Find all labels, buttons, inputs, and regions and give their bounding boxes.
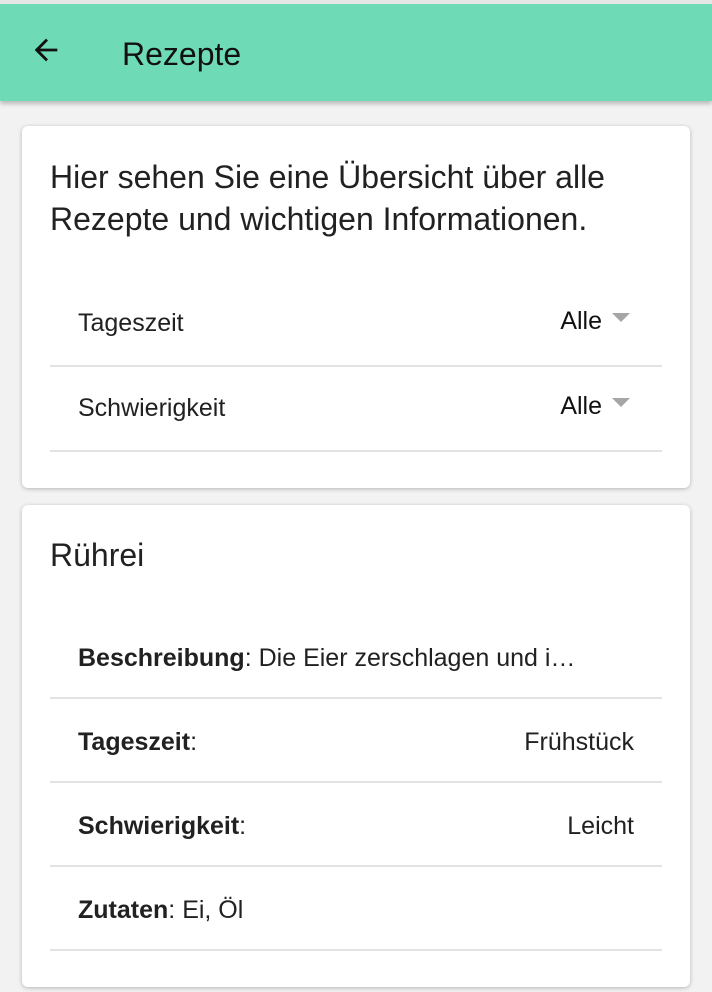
dropdown-arrow-icon (612, 397, 630, 407)
tageszeit-select[interactable]: Alle (560, 305, 630, 337)
recipe-zutaten: Zutaten: Ei, Öl (78, 895, 638, 925)
tageszeit-label: Tageszeit (78, 728, 191, 756)
schwierigkeit-key: Schwierigkeit: (78, 811, 246, 841)
app-bar: Rezepte (0, 4, 712, 101)
filter-label-tageszeit: Tageszeit (78, 309, 184, 337)
tageszeit-value: Frühstück (524, 728, 634, 756)
recipe-description: Beschreibung: Die Eier zerschlagen und i… (78, 643, 638, 673)
dropdown-arrow-icon (612, 312, 630, 322)
tageszeit-separator: : (190, 728, 198, 756)
tageszeit-key: Tageszeit: (78, 727, 197, 757)
schwierigkeit-separator: : (239, 812, 247, 840)
intro-text: Hier sehen Sie eine Übersicht über alle … (50, 159, 605, 237)
filter-card: Hier sehen Sie eine Übersicht über alle … (22, 126, 690, 488)
arrow-left-icon (29, 33, 63, 72)
recipe-schwierigkeit-row: Schwierigkeit: Leicht (50, 783, 662, 867)
zutaten-separator: : (168, 896, 176, 924)
schwierigkeit-label: Schwierigkeit (78, 812, 240, 840)
description-separator: : (244, 644, 252, 672)
filter-row-schwierigkeit: Schwierigkeit Alle (50, 366, 662, 452)
zutaten-value: Ei, Öl (182, 896, 244, 924)
recipe-card[interactable]: Rührei Beschreibung: Die Eier zerschlage… (22, 505, 690, 987)
zutaten-label: Zutaten (78, 896, 169, 924)
schwierigkeit-select-value: Alle (560, 392, 602, 420)
schwierigkeit-value: Leicht (567, 812, 634, 840)
filter-label-schwierigkeit: Schwierigkeit (78, 394, 226, 422)
filter-row-tageszeit: Tageszeit Alle (50, 281, 662, 367)
tageszeit-select-value: Alle (560, 307, 602, 335)
page-title: Rezepte (122, 36, 242, 72)
recipe-tageszeit-row: Tageszeit: Frühstück (50, 699, 662, 783)
back-button[interactable] (14, 20, 78, 84)
description-label: Beschreibung (78, 644, 245, 672)
description-value: Die Eier zerschlagen und i… (258, 644, 576, 672)
recipe-description-row: Beschreibung: Die Eier zerschlagen und i… (50, 615, 662, 699)
recipe-title: Rührei (50, 537, 145, 573)
recipe-zutaten-row: Zutaten: Ei, Öl (50, 867, 662, 951)
schwierigkeit-select[interactable]: Alle (560, 390, 630, 422)
